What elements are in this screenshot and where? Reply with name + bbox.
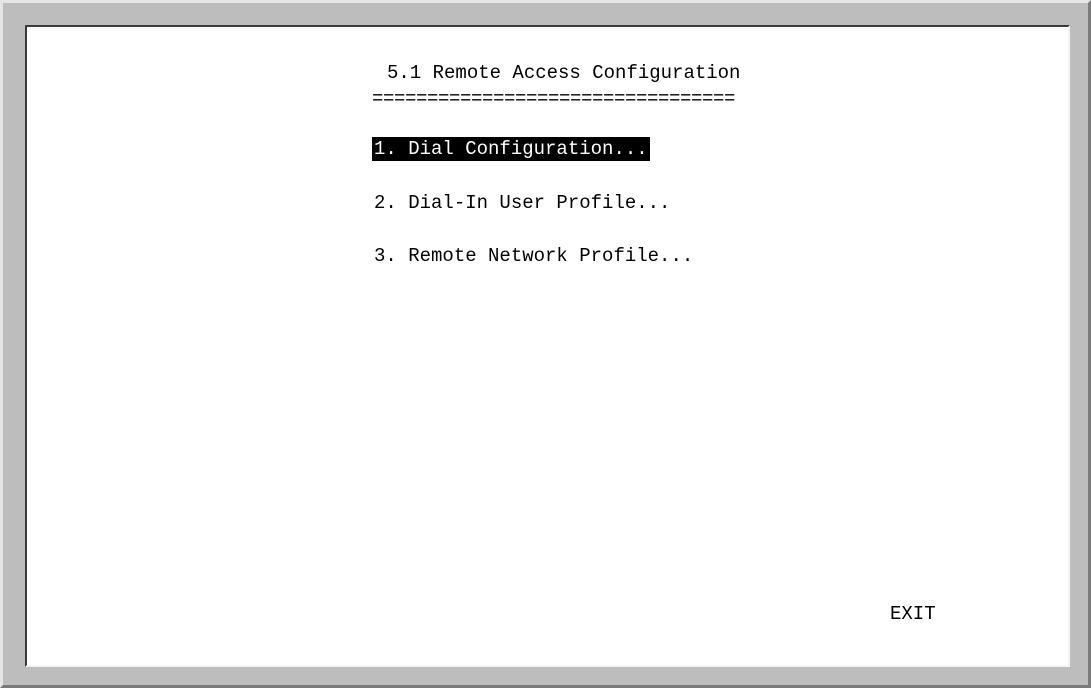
page-title: 5.1 Remote Access Configuration [387,62,741,84]
menu-item-remote-network-profile[interactable]: 3. Remote Network Profile... [372,244,695,268]
terminal-screen: 5.1 Remote Access Configuration ========… [25,25,1070,667]
menu-item-dial-in-user-profile[interactable]: 2. Dial-In User Profile... [372,191,672,215]
exit-button[interactable]: EXIT [890,602,936,626]
menu-item-dial-configuration[interactable]: 1. Dial Configuration... [372,137,650,161]
title-underline: ================================= [372,88,736,110]
window-frame: 5.1 Remote Access Configuration ========… [0,0,1091,688]
